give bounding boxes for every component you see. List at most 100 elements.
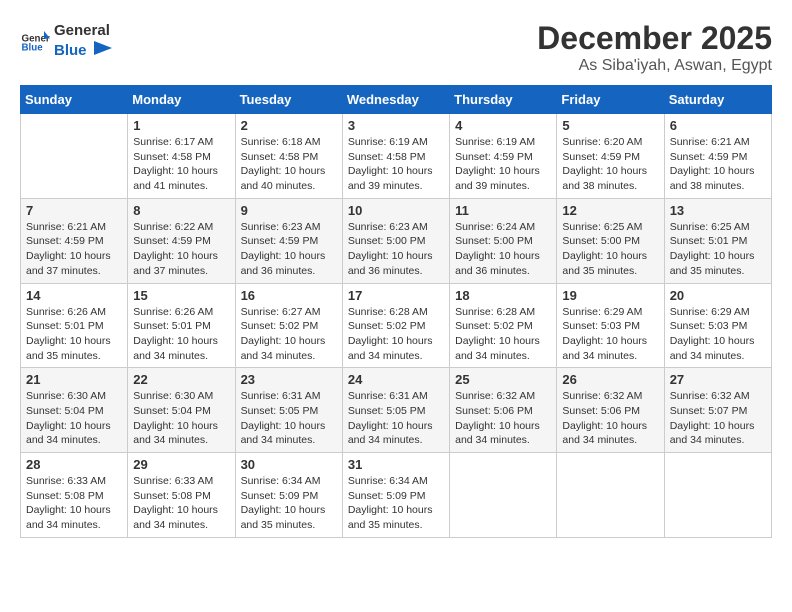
day-cell: 24Sunrise: 6:31 AMSunset: 5:05 PMDayligh…	[342, 368, 449, 453]
day-info: Sunrise: 6:32 AMSunset: 5:07 PMDaylight:…	[670, 389, 766, 448]
day-info-line: Sunrise: 6:21 AM	[26, 221, 106, 233]
day-info-line: Sunrise: 6:25 AM	[670, 221, 750, 233]
day-cell: 14Sunrise: 6:26 AMSunset: 5:01 PMDayligh…	[21, 283, 128, 368]
day-info-line: and 36 minutes.	[455, 265, 530, 277]
day-info: Sunrise: 6:28 AMSunset: 5:02 PMDaylight:…	[455, 305, 551, 364]
day-info-line: Sunset: 5:07 PM	[670, 405, 748, 417]
day-cell: 9Sunrise: 6:23 AMSunset: 4:59 PMDaylight…	[235, 198, 342, 283]
day-info-line: Sunset: 4:59 PM	[455, 151, 533, 163]
day-info-line: Daylight: 10 hours	[26, 420, 111, 432]
day-cell: 20Sunrise: 6:29 AMSunset: 5:03 PMDayligh…	[664, 283, 771, 368]
day-info-line: Sunrise: 6:27 AM	[241, 306, 321, 318]
day-info: Sunrise: 6:23 AMSunset: 5:00 PMDaylight:…	[348, 220, 444, 279]
day-info: Sunrise: 6:20 AMSunset: 4:59 PMDaylight:…	[562, 135, 658, 194]
day-info-line: Sunrise: 6:34 AM	[348, 475, 428, 487]
day-info-line: and 35 minutes.	[241, 519, 316, 531]
day-info: Sunrise: 6:33 AMSunset: 5:08 PMDaylight:…	[26, 474, 122, 533]
day-info-line: Sunrise: 6:17 AM	[133, 136, 213, 148]
day-info-line: Daylight: 10 hours	[133, 335, 218, 347]
day-info-line: and 34 minutes.	[26, 519, 101, 531]
day-info-line: and 37 minutes.	[133, 265, 208, 277]
header-sunday: Sunday	[21, 86, 128, 114]
day-cell: 10 Sunrise: 6:23 AMSunset: 5:00 PMDayligh…	[342, 198, 449, 283]
day-info-line: Daylight: 10 hours	[670, 165, 755, 177]
day-info-line: and 34 minutes.	[241, 434, 316, 446]
day-number: 8	[133, 203, 229, 218]
day-cell: 25 Sunrise: 6:32 AMSunset: 5:06 PMDayligh…	[450, 368, 557, 453]
day-info-line: Daylight: 10 hours	[455, 420, 540, 432]
day-cell: 26Sunrise: 6:32 AMSunset: 5:06 PMDayligh…	[557, 368, 664, 453]
day-info-line: and 35 minutes.	[348, 519, 423, 531]
day-number: 6	[670, 118, 766, 133]
day-number: 21	[26, 372, 122, 387]
day-info-line: and 34 minutes.	[348, 434, 423, 446]
day-info-line: Sunset: 5:03 PM	[562, 320, 640, 332]
day-info: Sunrise: 6:17 AMSunset: 4:58 PMDaylight:…	[133, 135, 229, 194]
day-cell: 12Sunrise: 6:25 AMSunset: 5:00 PMDayligh…	[557, 198, 664, 283]
day-info-line: and 34 minutes.	[133, 434, 208, 446]
day-number: 7	[26, 203, 122, 218]
day-info-line: and 34 minutes.	[455, 434, 530, 446]
day-info-line: Sunrise: 6:25 AM	[562, 221, 642, 233]
day-info-line: Daylight: 10 hours	[562, 165, 647, 177]
day-number: 15	[133, 288, 229, 303]
header-saturday: Saturday	[664, 86, 771, 114]
day-info-line: Sunrise: 6:33 AM	[133, 475, 213, 487]
logo-arrow-icon	[94, 40, 112, 60]
day-info-line: Sunset: 5:00 PM	[562, 235, 640, 247]
day-info-line: Sunrise: 6:32 AM	[562, 390, 642, 402]
day-info: Sunrise: 6:19 AMSunset: 4:58 PMDaylight:…	[348, 135, 444, 194]
day-number: 20	[670, 288, 766, 303]
day-info-line: Sunrise: 6:29 AM	[562, 306, 642, 318]
day-info-line: and 34 minutes.	[455, 350, 530, 362]
day-info-line: Sunset: 5:05 PM	[241, 405, 319, 417]
day-info-line: Sunset: 4:59 PM	[26, 235, 104, 247]
day-info-line: and 35 minutes.	[562, 265, 637, 277]
day-info-line: and 34 minutes.	[133, 350, 208, 362]
day-info-line: and 39 minutes.	[348, 180, 423, 192]
day-cell: 2 Sunrise: 6:18 AMSunset: 4:58 PMDaylight…	[235, 114, 342, 199]
week-row-4: 21 Sunrise: 6:30 AM Sunset: 5:04 PM Dayligh…	[21, 368, 772, 453]
day-cell: 15 Sunrise: 6:26 AMSunset: 5:01 PMDayligh…	[128, 283, 235, 368]
header-friday: Friday	[557, 86, 664, 114]
day-cell: 29Sunrise: 6:33 AMSunset: 5:08 PMDayligh…	[128, 453, 235, 538]
day-info: Sunrise: 6:18 AMSunset: 4:58 PMDaylight:…	[241, 135, 337, 194]
day-info: Sunrise: 6:31 AMSunset: 5:05 PMDaylight:…	[348, 389, 444, 448]
day-info-line: Sunset: 5:02 PM	[241, 320, 319, 332]
day-info-line: Sunset: 5:04 PM	[26, 405, 104, 417]
logo-general-text: General	[54, 22, 110, 39]
day-info-line: Daylight: 10 hours	[348, 165, 433, 177]
day-info-line: Sunrise: 6:23 AM	[241, 221, 321, 233]
day-info: Sunrise: 6:27 AMSunset: 5:02 PMDaylight:…	[241, 305, 337, 364]
day-cell: 22Sunrise: 6:30 AMSunset: 5:04 PMDayligh…	[128, 368, 235, 453]
day-info-line: Sunset: 4:58 PM	[348, 151, 426, 163]
day-info-line: Sunrise: 6:30 AM	[133, 390, 213, 402]
day-number: 10	[348, 203, 444, 218]
month-title: December 2025	[537, 20, 772, 57]
day-number: 18	[455, 288, 551, 303]
day-info-line: Sunrise: 6:29 AM	[670, 306, 750, 318]
day-info-line: Daylight: 10 hours	[26, 250, 111, 262]
day-number: 2	[241, 118, 337, 133]
day-info-line: Daylight: 10 hours	[133, 165, 218, 177]
day-cell: 7 Sunrise: 6:21 AM Sunset: 4:59 PM Daylight…	[21, 198, 128, 283]
day-info-line: Sunrise: 6:31 AM	[241, 390, 321, 402]
day-info-line: Sunrise: 6:33 AM	[26, 475, 106, 487]
day-info-line: Sunset: 5:01 PM	[133, 320, 211, 332]
day-info-line: and 34 minutes.	[241, 350, 316, 362]
day-info-line: Sunset: 5:02 PM	[455, 320, 533, 332]
day-info-line: Sunset: 5:05 PM	[348, 405, 426, 417]
day-info-line: Sunrise: 6:28 AM	[348, 306, 428, 318]
day-info-line: and 34 minutes.	[562, 434, 637, 446]
day-cell: 17Sunrise: 6:28 AMSunset: 5:02 PMDayligh…	[342, 283, 449, 368]
logo: General Blue General Blue	[20, 20, 112, 60]
day-info-line: Sunrise: 6:22 AM	[133, 221, 213, 233]
day-number: 25	[455, 372, 551, 387]
day-info-line: Sunset: 5:06 PM	[562, 405, 640, 417]
day-info-line: Sunrise: 6:23 AM	[348, 221, 428, 233]
day-info-line: Daylight: 10 hours	[562, 335, 647, 347]
day-info: Sunrise: 6:26 AMSunset: 5:01 PMDaylight:…	[133, 305, 229, 364]
day-info-line: Sunset: 5:01 PM	[26, 320, 104, 332]
day-info: Sunrise: 6:32 AMSunset: 5:06 PMDaylight:…	[455, 389, 551, 448]
day-info: Sunrise: 6:34 AMSunset: 5:09 PMDaylight:…	[241, 474, 337, 533]
